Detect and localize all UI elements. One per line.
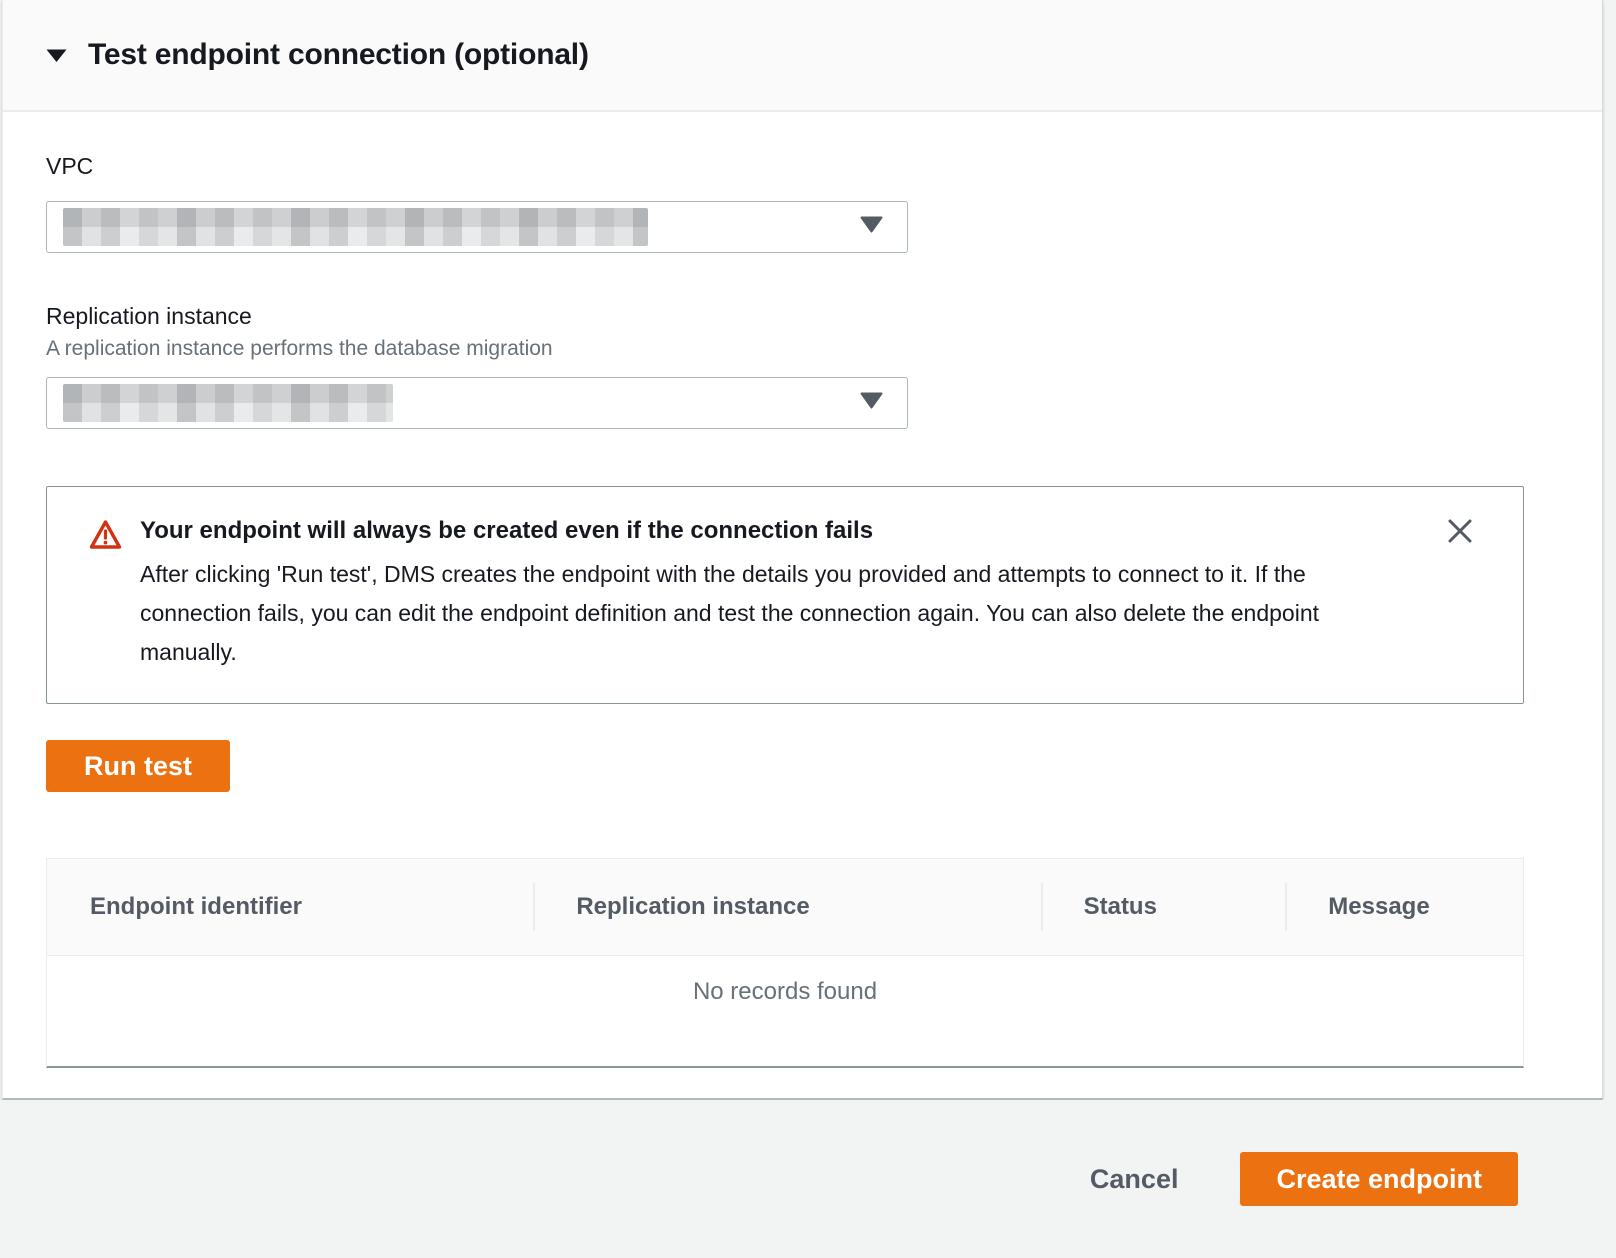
close-icon[interactable] [1443,514,1477,548]
vpc-select[interactable] [46,201,908,253]
warning-title: Your endpoint will always be created eve… [140,516,1413,546]
replication-instance-select[interactable] [46,377,908,429]
empty-state-message: No records found [47,956,1523,1006]
vpc-label: VPC [46,153,1602,180]
column-header-replication-instance: Replication instance [533,859,1040,955]
replication-instance-description: A replication instance performs the data… [46,337,1602,361]
cancel-button[interactable]: Cancel [1090,1164,1179,1195]
warning-content: Your endpoint will always be created eve… [140,516,1413,672]
warning-body: After clicking 'Run test', DMS creates t… [140,555,1413,672]
run-test-button[interactable]: Run test [46,740,230,792]
redacted-vpc-value [63,208,648,246]
caret-down-icon [860,216,883,238]
panel-title: Test endpoint connection (optional) [88,38,589,72]
caret-down-icon [860,392,883,414]
column-header-message: Message [1285,859,1523,955]
redacted-replication-instance-value [63,384,393,422]
caret-down-icon [46,48,67,63]
column-header-endpoint-identifier: Endpoint identifier [47,859,533,955]
create-endpoint-button[interactable]: Create endpoint [1240,1152,1518,1206]
replication-instance-label: Replication instance [46,303,1602,330]
panel-header[interactable]: Test endpoint connection (optional) [3,0,1602,112]
table-body: No records found [47,956,1523,1066]
column-header-status: Status [1041,859,1286,955]
warning-triangle-icon [89,519,122,555]
footer-action-bar: Cancel Create endpoint [0,1100,1616,1258]
warning-flash: Your endpoint will always be created eve… [46,486,1524,704]
test-endpoint-connection-panel: Test endpoint connection (optional) VPC … [2,0,1603,1100]
panel-body: VPC Replication instance A replication i… [3,112,1602,1068]
table-header-row: Endpoint identifier Replication instance… [47,859,1523,956]
test-results-table: Endpoint identifier Replication instance… [46,858,1524,1068]
